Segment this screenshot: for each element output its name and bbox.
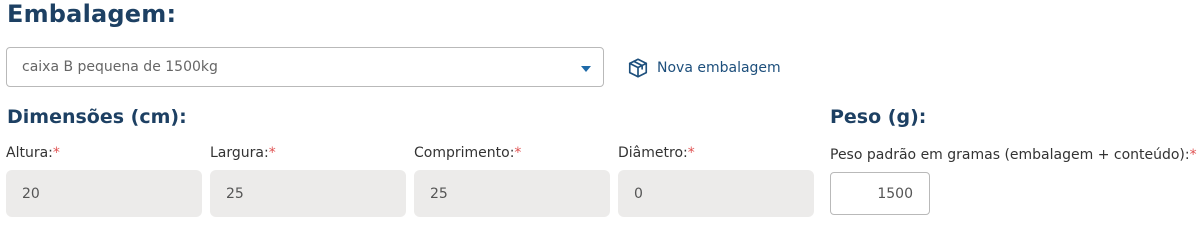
weight-label: Peso padrão em gramas (embalagem + conte… — [830, 147, 1197, 163]
required-mark: * — [268, 145, 276, 161]
caret-down-icon — [581, 66, 591, 72]
packaging-title: Embalagem: — [7, 0, 177, 28]
width-input[interactable] — [210, 170, 406, 217]
required-mark: * — [514, 145, 522, 161]
length-input[interactable] — [414, 170, 610, 217]
diameter-input[interactable] — [618, 170, 814, 217]
required-mark: * — [52, 145, 60, 161]
width-label: Largura:* — [210, 145, 276, 161]
height-label: Altura:* — [6, 145, 60, 161]
required-mark: * — [687, 145, 695, 161]
new-packaging-label: Nova embalagem — [657, 60, 781, 76]
box-icon — [628, 58, 648, 78]
height-label-text: Altura: — [6, 145, 53, 161]
height-input[interactable] — [6, 170, 202, 217]
length-label-text: Comprimento: — [414, 145, 515, 161]
weight-input[interactable] — [830, 172, 930, 215]
width-label-text: Largura: — [210, 145, 269, 161]
diameter-label: Diâmetro:* — [618, 145, 695, 161]
packaging-select[interactable]: caixa B pequena de 1500kg — [6, 47, 604, 87]
weight-label-text: Peso padrão em gramas (embalagem + conte… — [830, 147, 1190, 163]
new-packaging-button[interactable]: Nova embalagem — [627, 57, 781, 79]
packaging-select-value: caixa B pequena de 1500kg — [22, 59, 218, 75]
required-mark: * — [1189, 147, 1197, 163]
length-label: Comprimento:* — [414, 145, 521, 161]
diameter-label-text: Diâmetro: — [618, 145, 688, 161]
weight-title: Peso (g): — [830, 106, 927, 128]
dimensions-title: Dimensões (cm): — [7, 106, 187, 128]
